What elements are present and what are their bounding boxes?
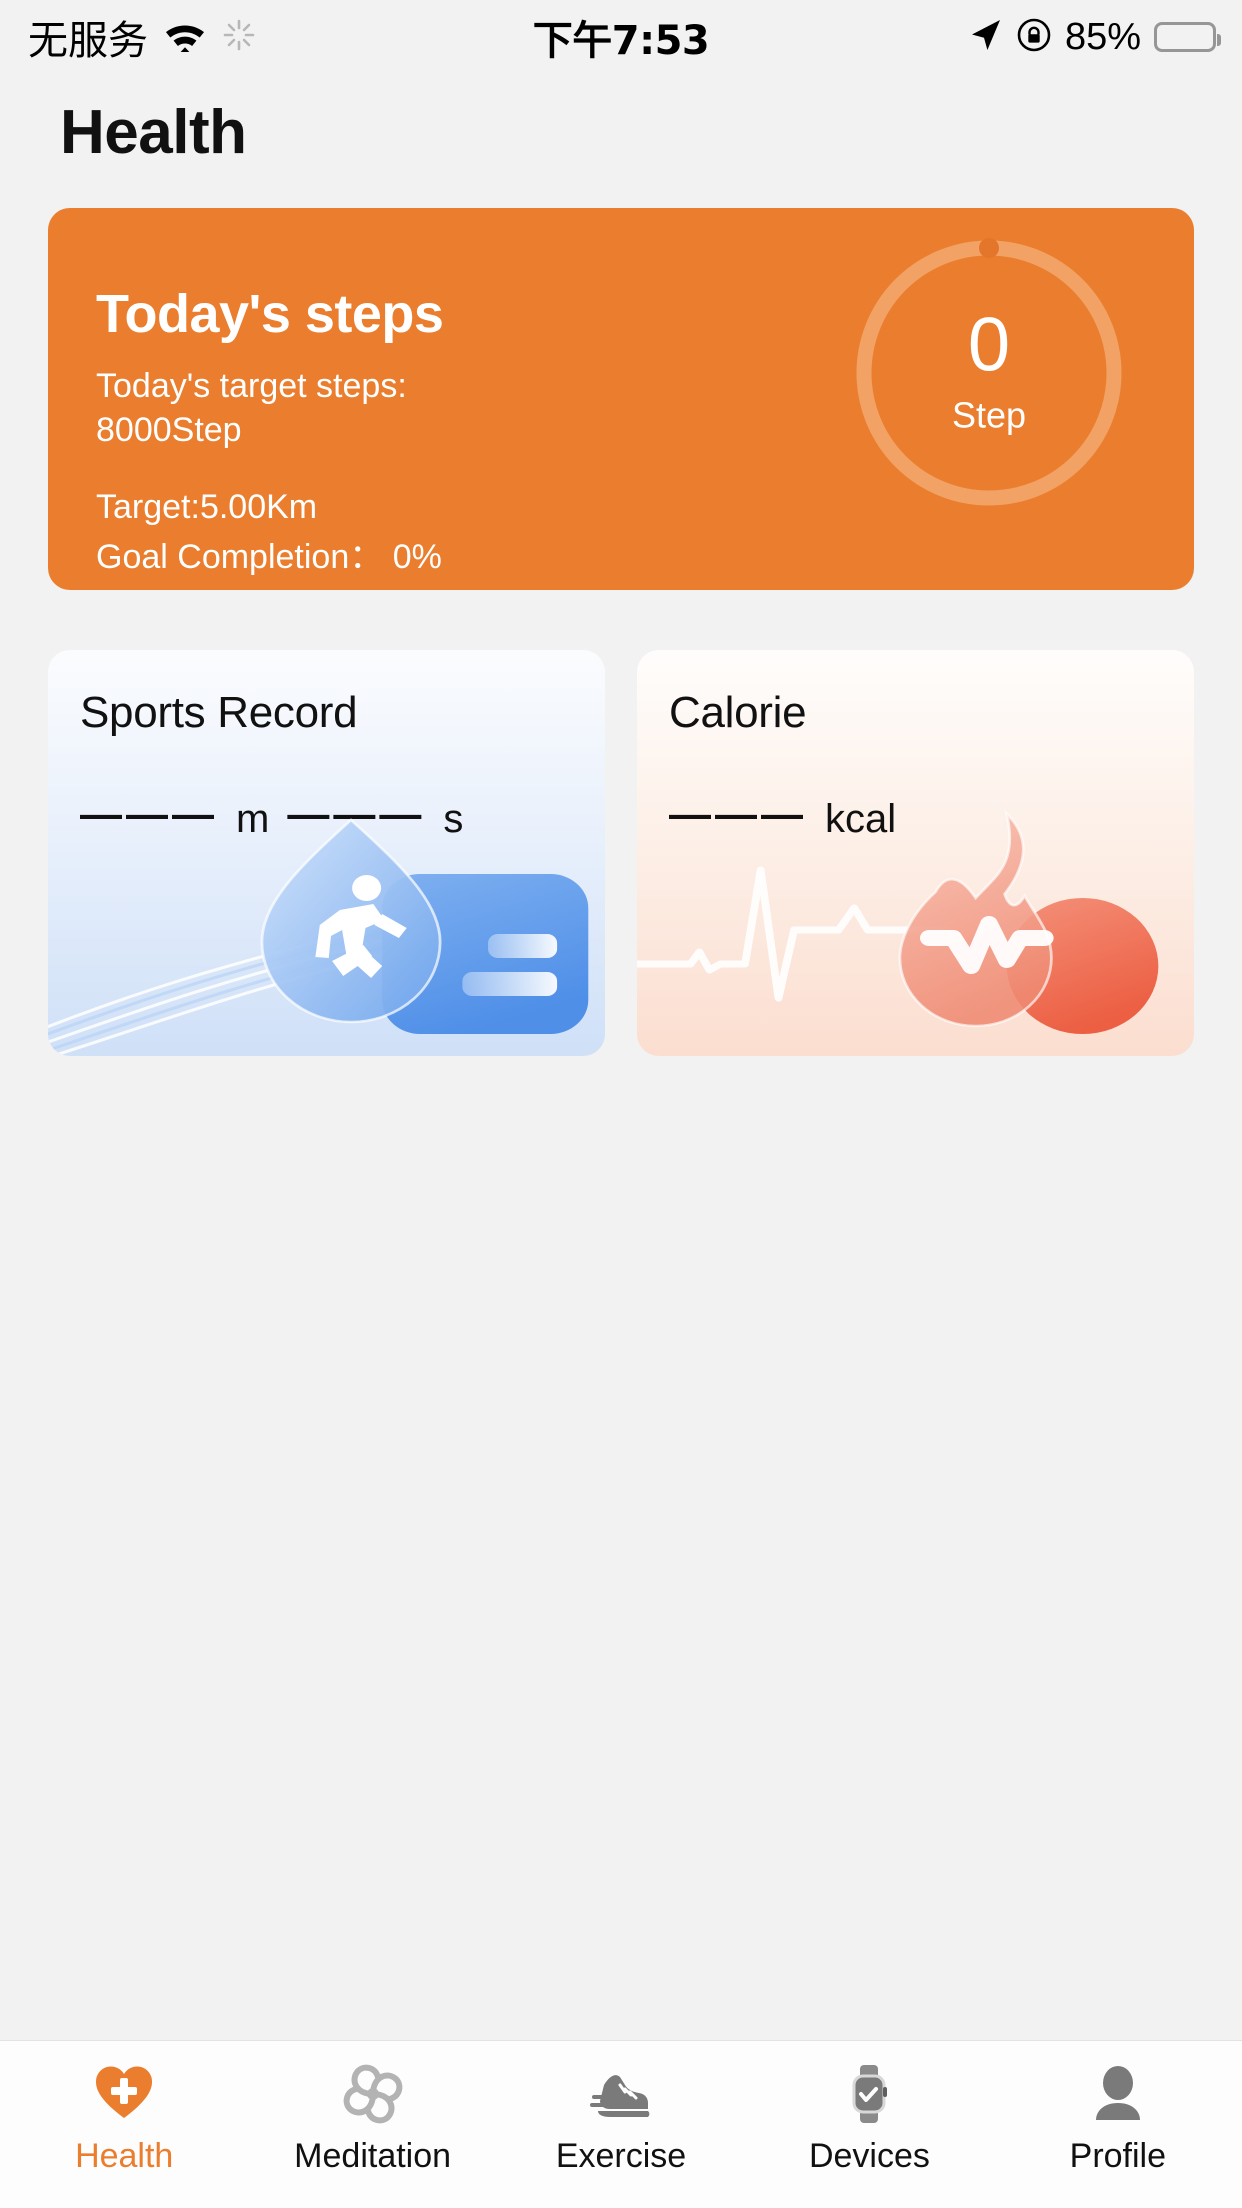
- tab-devices[interactable]: Devices: [745, 2063, 993, 2173]
- sports-record-title: Sports Record: [80, 688, 358, 738]
- sports-record-card[interactable]: Sports Record ——— m ——— s: [48, 650, 605, 1057]
- person-icon: [1087, 2063, 1149, 2125]
- tab-health[interactable]: Health: [0, 2063, 248, 2173]
- app-screen: 无服务 下午7:53 85% Health Today's steps Toda…: [0, 0, 1242, 2208]
- steps-target-value: 8000Step: [96, 410, 242, 449]
- steps-meta: Target:5.00Km Goal Completion： 0%: [96, 486, 774, 579]
- distance-target-label: Target:5.00Km: [96, 488, 318, 527]
- goal-completion-value: 0%: [392, 537, 442, 576]
- tab-exercise[interactable]: Exercise: [497, 2063, 745, 2173]
- calorie-card[interactable]: Calorie ——— kcal: [637, 650, 1194, 1057]
- tab-meditation[interactable]: Meditation: [248, 2063, 496, 2173]
- calorie-title: Calorie: [669, 688, 807, 738]
- goal-completion-row: Goal Completion： 0%: [96, 536, 774, 580]
- goal-completion-label: Goal Completion：: [96, 537, 384, 576]
- status-bar: 无服务 下午7:53 85%: [0, 0, 1242, 74]
- tab-label-devices: Devices: [808, 2137, 930, 2175]
- tab-label-profile: Profile: [1069, 2137, 1167, 2175]
- location-arrow-icon: [969, 17, 1003, 58]
- running-track-icon: [48, 806, 605, 1057]
- flame-heartbeat-icon: [637, 806, 1194, 1056]
- tab-label-meditation: Meditation: [294, 2137, 452, 2175]
- battery-percent-label: 85%: [1064, 15, 1141, 58]
- main-content: Today's steps Today's target steps: 8000…: [0, 180, 1242, 2040]
- bottom-tab-bar: Health Meditation Exercise Devices Profi…: [0, 2040, 1242, 2208]
- steps-progress-ring: 0 Step: [846, 230, 1132, 516]
- rotation-lock-icon: [1016, 17, 1052, 58]
- todays-steps-card[interactable]: Today's steps Today's target steps: 8000…: [48, 208, 1194, 591]
- spiral-icon: [342, 2063, 404, 2125]
- page-title: Health: [60, 98, 247, 167]
- steps-target-text: Today's target steps: 8000Step: [96, 365, 774, 452]
- battery-icon: [1154, 22, 1221, 52]
- tab-profile[interactable]: Profile: [994, 2063, 1242, 2173]
- tab-label-health: Health: [75, 2137, 174, 2175]
- steps-card-title: Today's steps: [96, 284, 444, 345]
- smartwatch-icon: [838, 2063, 900, 2125]
- tab-label-exercise: Exercise: [555, 2137, 687, 2175]
- steps-target-label: Today's target steps:: [96, 367, 407, 406]
- metric-cards-row: Sports Record ——— m ——— s Calorie ——— kc…: [48, 650, 1194, 1057]
- sneaker-icon: [590, 2063, 652, 2125]
- status-bar-right: 85%: [969, 15, 1221, 59]
- heart-plus-icon: [93, 2063, 155, 2125]
- steps-card-text: Today's steps Today's target steps: 8000…: [96, 286, 774, 579]
